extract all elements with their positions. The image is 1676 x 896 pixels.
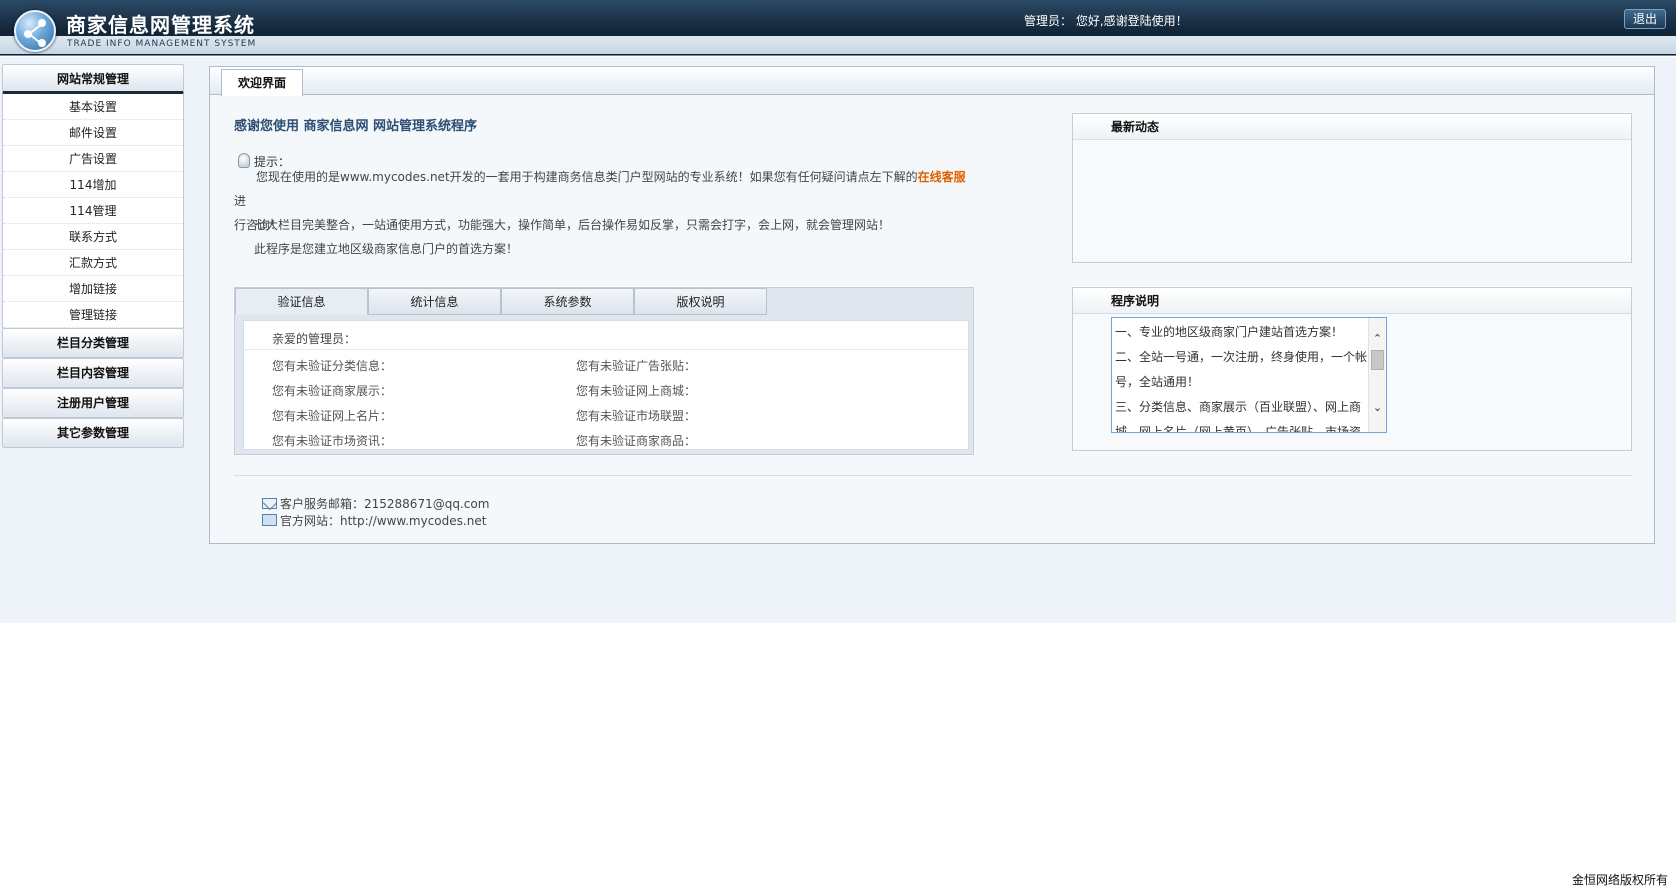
para1-tail: 进 bbox=[234, 194, 247, 208]
sidebar-group-content[interactable]: 栏目内容管理 bbox=[2, 358, 184, 388]
sidebar-item-add-link[interactable]: 增加链接 bbox=[3, 276, 183, 302]
textarea-scrollbar[interactable]: ⌃ ⌄ bbox=[1368, 318, 1386, 432]
unverified-merchant-goods: 您有未验证商家商品： bbox=[576, 434, 697, 448]
tab-copyright[interactable]: 版权说明 bbox=[634, 288, 767, 315]
scroll-up-icon[interactable]: ⌃ bbox=[1369, 331, 1386, 347]
contact-email: 客户服务邮箱：215288671@qq.com bbox=[280, 497, 490, 511]
logo-icon bbox=[14, 10, 56, 52]
main-panel: 欢迎界面 感谢您使用 商家信息网 网站管理系统程序 提示： 您现在使用的是www… bbox=[209, 66, 1655, 544]
sidebar-item-remittance[interactable]: 汇款方式 bbox=[3, 250, 183, 276]
verify-info-panel: 亲爱的管理员： 您有未验证分类信息： 您有未验证商家展示： 您有未验证网上名片：… bbox=[243, 320, 969, 450]
scroll-down-icon[interactable]: ⌄ bbox=[1369, 400, 1386, 416]
prog-line-1: 一、专业的地区级商家门户建站首选方案！ bbox=[1115, 325, 1344, 339]
contact-site-row: 官方网站：http://www.mycodes.net bbox=[262, 512, 486, 529]
sidebar-item-manage-links[interactable]: 管理链接 bbox=[3, 302, 183, 328]
intro-paragraph-2: 七大栏目完美整合，一站通使用方式，功能强大，操作简单，后台操作易如反掌，只需会打… bbox=[254, 218, 891, 232]
prog-line-3: 三、分类信息、商家展示（百业联盟）、网上商城、网上名片（网上黄页）、广告张贴、市… bbox=[1115, 400, 1362, 433]
latest-news-box: 最新动态 bbox=[1072, 113, 1632, 263]
unverified-merchant-show: 您有未验证商家展示： bbox=[272, 384, 393, 398]
program-description-text: 一、专业的地区级商家门户建站首选方案！ 二、全站一号通，一次注册，终身使用，一个… bbox=[1115, 320, 1368, 433]
prog-line-2: 二、全站一号通，一次注册，终身使用，一个帐号，全站通用！ bbox=[1115, 350, 1368, 389]
unverified-market-news: 您有未验证市场资讯： bbox=[272, 434, 393, 448]
sidebar-group-other[interactable]: 其它参数管理 bbox=[2, 418, 184, 448]
welcome-text: 管理员： 您好,感谢登陆使用！ bbox=[1024, 14, 1188, 28]
main-tabbar: 欢迎界面 bbox=[210, 67, 1654, 96]
sidebar-group-site-general[interactable]: 网站常规管理 bbox=[2, 64, 184, 94]
contact-email-row: 客户服务邮箱：215288671@qq.com bbox=[262, 495, 489, 512]
website-icon bbox=[262, 514, 277, 526]
info-tab-box: 验证信息 统计信息 系统参数 版权说明 亲爱的管理员： 您有未验证分类信息： 您… bbox=[234, 287, 974, 455]
system-title: 商家信息网管理系统 bbox=[66, 13, 255, 37]
tab-welcome[interactable]: 欢迎界面 bbox=[221, 69, 303, 96]
tab-verify-info[interactable]: 验证信息 bbox=[235, 288, 368, 315]
mail-icon bbox=[262, 498, 277, 509]
unverified-business-card: 您有未验证网上名片： bbox=[272, 409, 393, 423]
program-description-textarea[interactable]: 一、专业的地区级商家门户建站首选方案！ 二、全站一号通，一次注册，终身使用，一个… bbox=[1111, 317, 1387, 433]
tab-system-params[interactable]: 系统参数 bbox=[501, 288, 634, 315]
copyright-text: 金恒网络版权所有 bbox=[1572, 873, 1669, 887]
sidebar-item-114-manage[interactable]: 114管理 bbox=[3, 198, 183, 224]
sidebar-item-ad-settings[interactable]: 广告设置 bbox=[3, 146, 183, 172]
sidebar-item-mail-settings[interactable]: 邮件设置 bbox=[3, 120, 183, 146]
online-service-link[interactable]: 在线客服 bbox=[918, 170, 966, 184]
unverified-classified: 您有未验证分类信息： bbox=[272, 359, 393, 373]
unverified-market-alliance: 您有未验证市场联盟： bbox=[576, 409, 697, 423]
divider bbox=[244, 349, 968, 350]
footer-divider bbox=[234, 475, 1632, 476]
sidebar-submenu: 基本设置 邮件设置 广告设置 114增加 114管理 联系方式 汇款方式 增加链… bbox=[2, 94, 184, 328]
sidebar-item-114-add[interactable]: 114增加 bbox=[3, 172, 183, 198]
sidebar: 网站常规管理 基本设置 邮件设置 广告设置 114增加 114管理 联系方式 汇… bbox=[2, 64, 184, 448]
sidebar-group-category[interactable]: 栏目分类管理 bbox=[2, 328, 184, 358]
intro-paragraph-3: 此程序是您建立地区级商家信息门户的首选方案！ bbox=[254, 242, 519, 256]
sidebar-group-users[interactable]: 注册用户管理 bbox=[2, 388, 184, 418]
intro-title: 感谢您使用 商家信息网 网站管理系统程序 bbox=[234, 119, 478, 134]
logout-button[interactable]: 退出 bbox=[1624, 9, 1666, 29]
program-description-title: 程序说明 bbox=[1073, 288, 1631, 314]
unverified-ads: 您有未验证广告张贴： bbox=[576, 359, 697, 373]
admin-greeting: 亲爱的管理员： bbox=[272, 332, 357, 346]
program-description-box: 程序说明 一、专业的地区级商家门户建站首选方案！ 二、全站一号通，一次注册，终身… bbox=[1072, 287, 1632, 451]
unverified-online-mall: 您有未验证网上商城： bbox=[576, 384, 697, 398]
para1-text: 您现在使用的是www.mycodes.net开发的一套用于构建商务信息类门户型网… bbox=[256, 170, 918, 184]
system-subtitle: TRADE INFO MANAGEMENT SYSTEM bbox=[67, 39, 257, 49]
sidebar-item-contact[interactable]: 联系方式 bbox=[3, 224, 183, 250]
tab-statistics[interactable]: 统计信息 bbox=[368, 288, 501, 315]
sidebar-item-basic-settings[interactable]: 基本设置 bbox=[3, 94, 183, 120]
top-header: 商家信息网管理系统 TRADE INFO MANAGEMENT SYSTEM 管… bbox=[0, 0, 1676, 56]
latest-news-title: 最新动态 bbox=[1073, 114, 1631, 140]
scroll-thumb[interactable] bbox=[1371, 350, 1384, 370]
contact-website: 官方网站：http://www.mycodes.net bbox=[280, 514, 487, 528]
